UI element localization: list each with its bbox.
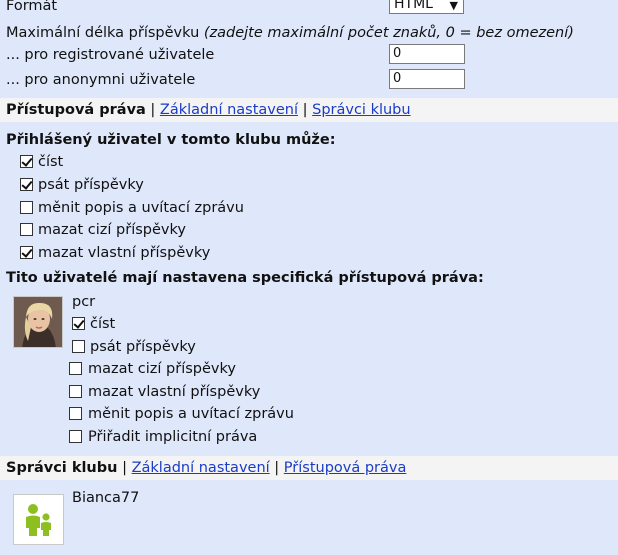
format-select[interactable]: HTML ▼	[389, 0, 464, 14]
format-label: Formát	[6, 0, 58, 14]
user-perm-implicit-checkbox[interactable]	[69, 430, 82, 443]
user-perm-read-checkbox[interactable]	[72, 317, 85, 330]
tab-club-admins-active: Správci klubu	[6, 460, 118, 476]
tab-club-admins-link[interactable]: Správci klubu	[312, 102, 410, 118]
access-tabs-bar: Přístupová práva | Základní nastavení | …	[0, 98, 618, 122]
tab-separator: |	[302, 102, 308, 118]
specific-users-heading: Tito uživatelé mají nastavena specifická…	[6, 270, 484, 286]
perm-write-checkbox[interactable]	[20, 178, 33, 191]
tab-basic-settings-link[interactable]: Základní nastavení	[132, 460, 270, 476]
perm-delete-own-label: mazat vlastní příspěvky	[38, 245, 211, 261]
perm-read-checkbox[interactable]	[20, 155, 33, 168]
registered-users-label: ... pro registrované uživatele	[6, 47, 215, 63]
chevron-down-icon: ▼	[449, 0, 458, 12]
user-perm-edit-description-checkbox[interactable]	[69, 407, 82, 420]
users-icon	[26, 504, 51, 536]
tab-separator: |	[150, 102, 156, 118]
specific-user-name: pcr	[72, 294, 96, 310]
max-length-title: Maximální délka příspěvku	[6, 25, 200, 41]
perm-delete-own-checkbox[interactable]	[20, 246, 33, 259]
user-perm-write-label: psát příspěvky	[90, 339, 196, 355]
format-select-value: HTML	[394, 0, 433, 12]
admin-name: Bianca77	[72, 490, 140, 506]
perm-read-label: číst	[38, 154, 64, 170]
avatar-image	[14, 297, 62, 347]
user-perm-delete-own-label: mazat vlastní příspěvky	[88, 384, 261, 400]
user-perm-write-checkbox[interactable]	[72, 340, 85, 353]
admins-tabs-bar: Správci klubu | Základní nastavení | Pří…	[0, 456, 618, 480]
user-perm-delete-others-label: mazat cizí příspěvky	[88, 361, 236, 377]
anonymous-users-label: ... pro anonymni uživatele	[6, 72, 196, 88]
perm-write-label: psát příspěvky	[38, 177, 144, 193]
max-length-label: Maximální délka příspěvku (zadejte maxim…	[6, 25, 574, 41]
perm-edit-description-checkbox[interactable]	[20, 201, 33, 214]
tab-separator: |	[122, 460, 127, 476]
tab-basic-settings-link[interactable]: Základní nastavení	[160, 102, 298, 118]
logged-user-heading: Přihlášený uživatel v tomto klubu může:	[6, 132, 336, 148]
user-perm-implicit-label: Přiřadit implicitní práva	[88, 429, 258, 445]
user-perm-delete-own-checkbox[interactable]	[69, 385, 82, 398]
tab-access-rights-link[interactable]: Přístupová práva	[284, 460, 407, 476]
registered-limit-input[interactable]: 0	[389, 44, 465, 64]
user-perm-edit-description-label: měnit popis a uvítací zprávu	[88, 406, 294, 422]
tab-access-rights-active: Přístupová práva	[6, 102, 146, 118]
user-perm-delete-others-checkbox[interactable]	[69, 362, 82, 375]
admin-avatar[interactable]	[13, 494, 64, 545]
user-avatar-pcr[interactable]	[13, 296, 63, 348]
max-length-hint: (zadejte maximální počet znaků, 0 = bez …	[203, 25, 574, 41]
perm-edit-description-label: měnit popis a uvítací zprávu	[38, 200, 244, 216]
tab-separator: |	[274, 460, 280, 476]
perm-delete-others-label: mazat cizí příspěvky	[38, 222, 186, 238]
anonymous-limit-input[interactable]: 0	[389, 69, 465, 89]
perm-delete-others-checkbox[interactable]	[20, 223, 33, 236]
user-perm-read-label: číst	[90, 316, 116, 332]
